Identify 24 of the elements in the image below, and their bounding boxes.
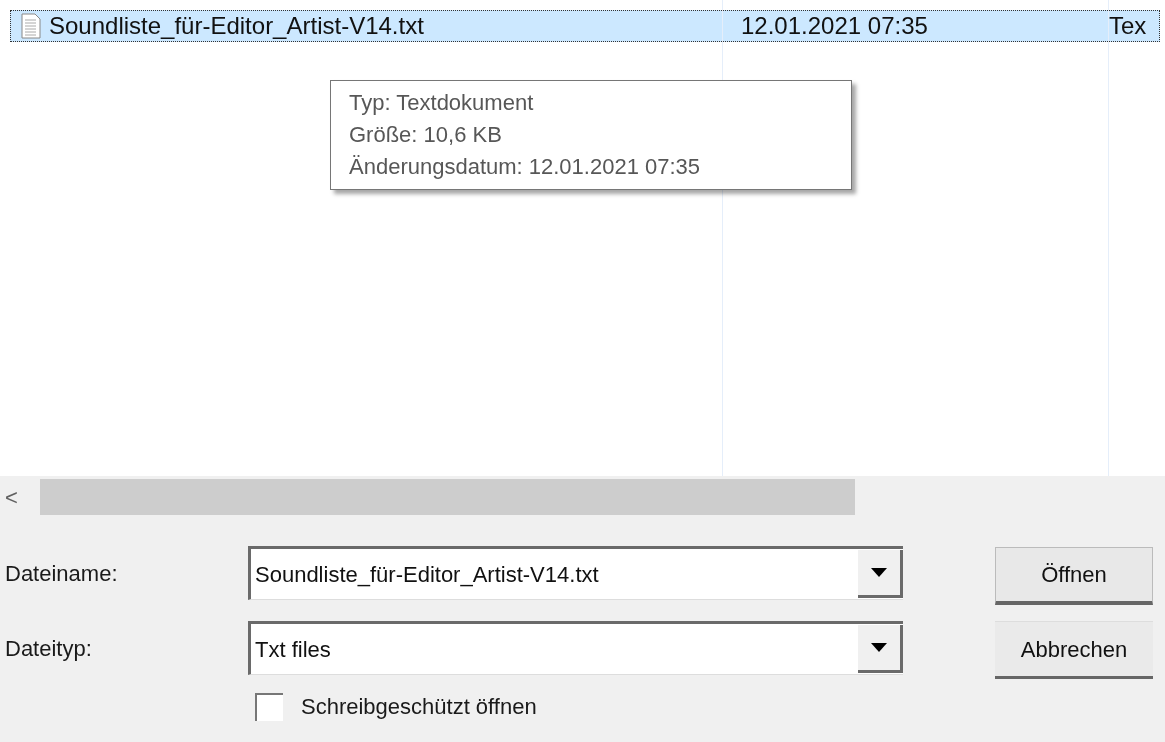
cancel-button[interactable]: Abbrechen (995, 621, 1153, 679)
date-cell-text: 12.01.2021 07:35 (740, 11, 929, 41)
field-label: Dateityp: (4, 634, 93, 663)
text-file-icon (21, 13, 41, 39)
file-name: Soundliste_für-Editor_Artist-V14.txt (49, 11, 424, 41)
tooltip-line: Größe: 10,6 KB (349, 121, 502, 149)
dropdown-arrow-icon (871, 568, 887, 577)
type-cell-text: Tex (1109, 11, 1147, 41)
field-label: Dateiname: (4, 559, 119, 588)
open-button[interactable]: Öffnen (995, 547, 1153, 605)
dropdown-button[interactable] (858, 625, 903, 673)
file-row[interactable]: Soundliste_für-Editor_Artist-V14.txt 12.01.2021 07:35 Tex (10, 10, 1160, 42)
combo-value: Txt files (254, 635, 332, 664)
checkbox[interactable] (255, 692, 283, 721)
dropdown-arrow-icon (871, 643, 887, 652)
checkbox-label: Schreibgeschützt öffnen (301, 693, 537, 721)
scroll-left-arrow[interactable]: < (5, 480, 40, 514)
file-type-combo[interactable]: Txt files (248, 621, 903, 675)
tooltip-line: Typ: Textdokument (349, 89, 534, 117)
file-name-combo[interactable]: Soundliste_für-Editor_Artist-V14.txt (248, 546, 903, 600)
tooltip-line: Änderungsdatum: 12.01.2021 07:35 (349, 153, 701, 181)
scrollbar-thumb[interactable] (40, 479, 855, 515)
combo-value: Soundliste_für-Editor_Artist-V14.txt (254, 560, 600, 589)
dropdown-button[interactable] (858, 550, 903, 598)
